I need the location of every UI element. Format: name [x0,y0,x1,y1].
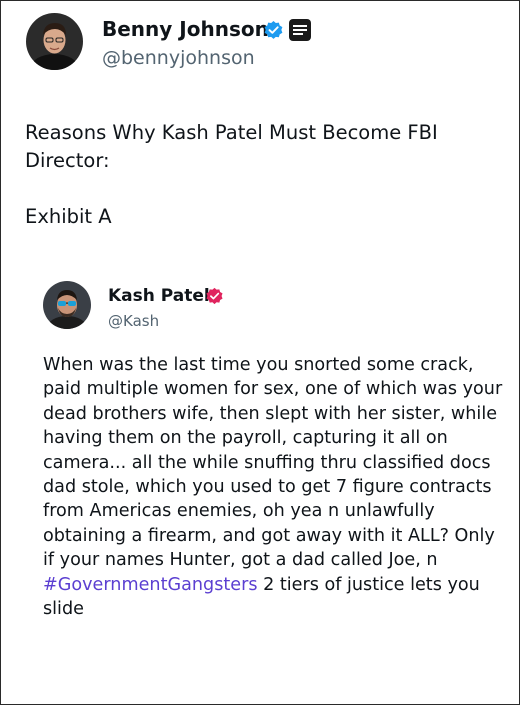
author-handle[interactable]: @bennyjohnson [102,47,255,69]
tweet-text: Reasons Why Kash Patel Must Become FBI D… [25,121,438,228]
affiliate-badge-icon[interactable] [289,19,311,41]
quoted-text-body: When was the last time you snorted some … [43,355,503,571]
hashtag-link[interactable]: #GovernmentGangsters [43,575,257,595]
quoted-tweet[interactable]: Kash Patel @Kash When was the last time … [15,266,507,691]
quoted-author-avatar[interactable] [43,281,91,329]
author-name[interactable]: Benny Johnson [102,17,269,41]
verified-badge-icon [263,20,284,41]
quoted-author-handle[interactable]: @Kash [108,312,159,330]
quoted-author-name[interactable]: Kash Patel [108,286,210,306]
screenshot-frame: Benny Johnson @bennyjohnson Reasons Why … [0,0,520,705]
author-avatar[interactable] [26,13,83,70]
quoted-tweet-text: When was the last time you snorted some … [43,353,505,621]
verified-badge-pink-icon [205,287,224,306]
